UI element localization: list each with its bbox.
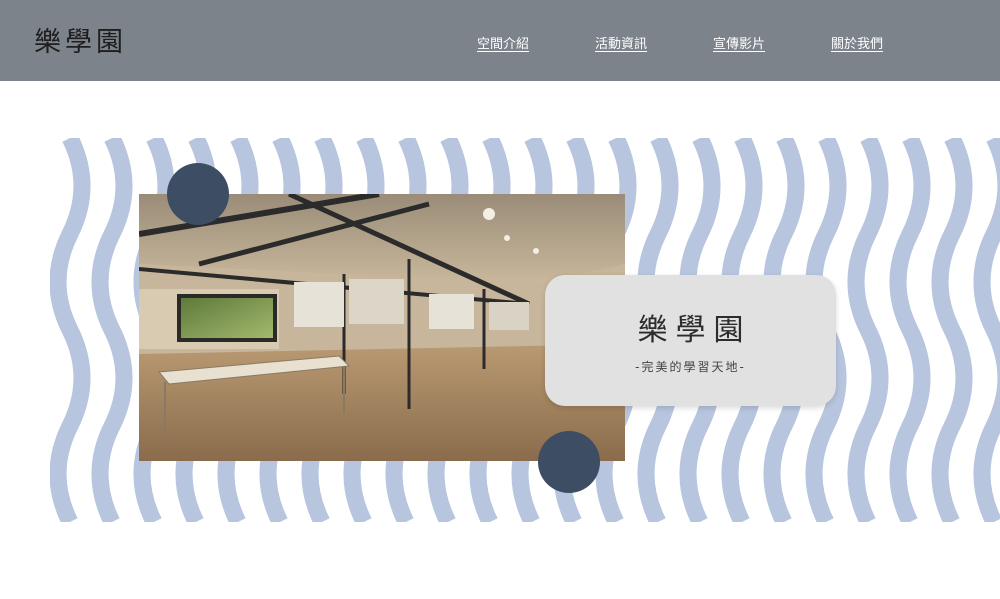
nav-link-space-intro[interactable]: 空間介紹 [477,33,529,52]
hero-title: 樂學園 [637,313,752,348]
nav-link-events[interactable]: 活動資訊 [595,33,647,52]
nav-link-about-us[interactable]: 關於我們 [831,33,883,52]
nav-link-promo-video[interactable]: 宣傳影片 [713,33,765,52]
decorative-circle-top [167,163,229,225]
hero-card: 樂學園 -完美的學習天地- [545,275,836,406]
decorative-circle-bottom [538,431,600,493]
hero-subtitle: -完美的學習天地- [635,360,746,374]
site-logo[interactable]: 樂學園 [34,20,127,59]
top-navbar: 樂學園 空間介紹 活動資訊 宣傳影片 關於我們 [0,0,1000,81]
